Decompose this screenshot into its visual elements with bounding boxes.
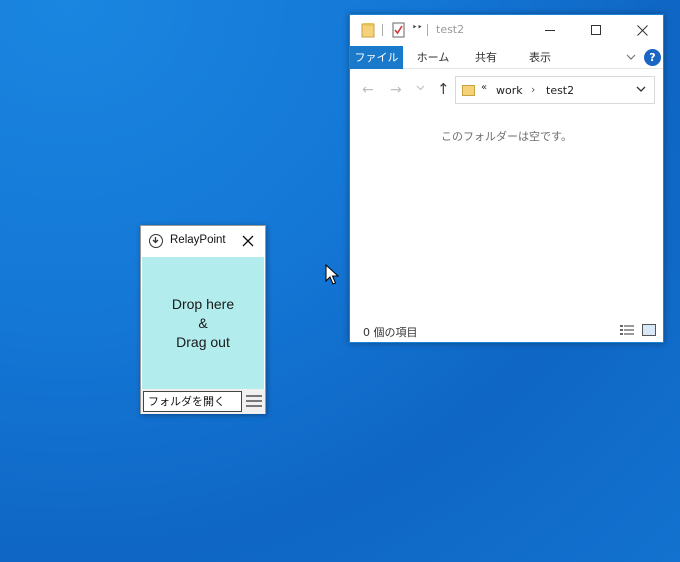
explorer-titlebar[interactable]: ‣‣ test2 xyxy=(350,15,663,45)
tiles-view-icon[interactable] xyxy=(642,324,656,336)
open-folder-button[interactable]: フォルダを開く xyxy=(143,391,242,412)
folder-icon xyxy=(462,85,475,96)
tab-view[interactable]: 表示 xyxy=(520,46,560,69)
item-count-status: 0 個の項目 xyxy=(363,326,418,339)
dropdown-chevron-icon[interactable] xyxy=(636,84,646,94)
maximize-icon xyxy=(591,25,601,35)
forward-arrow-icon[interactable]: → xyxy=(390,82,402,98)
relaypoint-logo-icon xyxy=(149,234,163,248)
properties-icon[interactable] xyxy=(392,22,405,38)
breadcrumb-overflow-icon[interactable]: « xyxy=(481,82,487,93)
empty-folder-message: このフォルダーは空です。 xyxy=(441,130,572,143)
folder-icon xyxy=(361,23,375,38)
explorer-window: ‣‣ test2 ファイル ホーム 共有 表示 ? ← → ↑ « work ›… xyxy=(349,14,664,343)
relaypoint-titlebar[interactable]: RelayPoint xyxy=(141,226,265,257)
toolbar-separator xyxy=(382,24,383,36)
dropzone-line: & xyxy=(198,314,208,331)
help-icon[interactable]: ? xyxy=(644,49,661,66)
toolbar-separator xyxy=(427,24,428,36)
navigation-bar: ← → ↑ « work › test2 xyxy=(350,70,663,110)
tab-share[interactable]: 共有 xyxy=(468,46,504,69)
up-arrow-icon[interactable]: ↑ xyxy=(437,80,450,98)
address-bar[interactable]: « work › test2 xyxy=(455,76,655,104)
back-arrow-icon[interactable]: ← xyxy=(362,82,374,98)
tab-home[interactable]: ホーム xyxy=(413,46,453,69)
tab-file[interactable]: ファイル xyxy=(350,46,403,69)
minimize-button[interactable] xyxy=(527,15,573,45)
expand-ribbon-icon[interactable] xyxy=(625,51,637,63)
mouse-cursor-icon xyxy=(325,264,339,285)
relaypoint-window: RelayPoint Drop here & Drag out フォルダを開く xyxy=(140,225,266,414)
ribbon-tabs: ファイル ホーム 共有 表示 ? xyxy=(350,46,663,69)
dropzone-line: Drop here xyxy=(171,295,235,312)
maximize-button[interactable] xyxy=(573,15,619,45)
breadcrumb-test2[interactable]: test2 xyxy=(546,84,574,97)
breadcrumb-separator-icon[interactable]: › xyxy=(531,83,535,96)
desktop: ‣‣ test2 ファイル ホーム 共有 表示 ? ← → ↑ « work ›… xyxy=(0,0,680,562)
minimize-icon xyxy=(545,29,555,31)
details-view-icon[interactable] xyxy=(620,325,634,335)
breadcrumb-work[interactable]: work xyxy=(496,84,523,97)
window-title: test2 xyxy=(436,23,465,36)
relaypoint-title: RelayPoint xyxy=(170,234,226,246)
drop-zone[interactable]: Drop here & Drag out xyxy=(142,257,264,389)
close-icon xyxy=(636,24,648,36)
recent-locations-icon[interactable] xyxy=(416,83,425,92)
dropzone-line: Drag out xyxy=(176,333,230,350)
relaypoint-footer: フォルダを開く xyxy=(141,389,265,414)
close-icon[interactable] xyxy=(242,235,254,247)
close-button[interactable] xyxy=(619,15,665,45)
quick-access-more-icon[interactable]: ‣‣ xyxy=(412,23,423,33)
hamburger-menu-icon[interactable] xyxy=(246,395,262,408)
